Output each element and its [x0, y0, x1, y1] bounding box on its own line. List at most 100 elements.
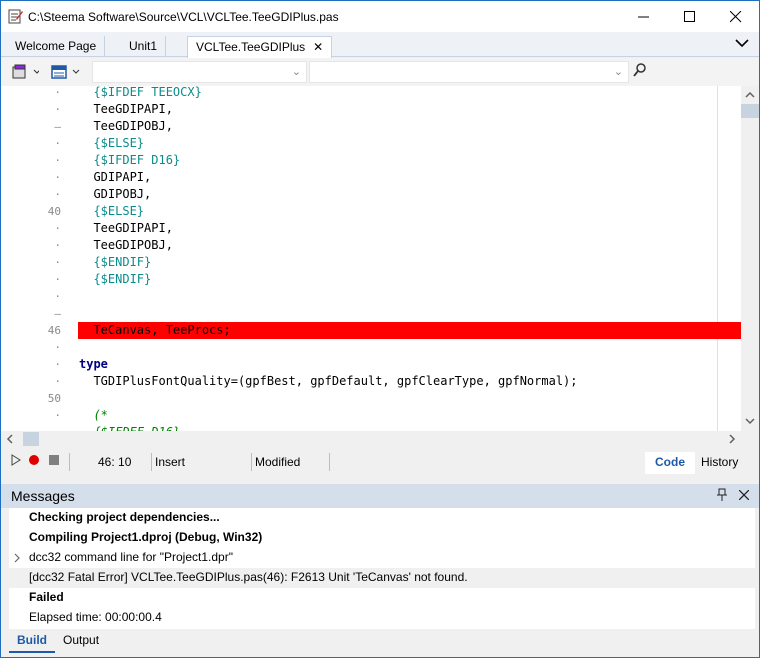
code-line[interactable]: TeeGDIPOBJ,	[79, 118, 172, 135]
vertical-scrollbar[interactable]	[741, 86, 759, 431]
line-number: ·	[54, 273, 61, 286]
message-item[interactable]: Compiling Project1.dproj (Debug, Win32)	[9, 528, 755, 548]
line-number: ·	[54, 358, 61, 371]
message-text: Failed	[29, 590, 64, 604]
code-line[interactable]: TeeGDIPAPI,	[79, 101, 172, 118]
cursor-position: 46: 10	[98, 455, 132, 469]
window-title: C:\Steema Software\Source\VCL\VCLTee.Tee…	[28, 10, 339, 24]
message-item[interactable]: [dcc32 Fatal Error] VCLTee.TeeGDIPlus.pa…	[9, 568, 755, 588]
line-number: ·	[54, 137, 61, 150]
code-line[interactable]: {$IFDEF TEEOCX}	[79, 86, 201, 101]
message-item[interactable]: Failed	[9, 588, 755, 608]
tab-close-icon[interactable]: ✕	[313, 40, 323, 54]
messages-title: Messages	[11, 488, 75, 504]
insert-mode: Insert	[155, 455, 186, 469]
macro-record-icon[interactable]	[28, 454, 40, 469]
line-number: ·	[54, 171, 61, 184]
code-line[interactable]: TeeGDIPOBJ,	[79, 237, 172, 254]
line-number: ·	[54, 239, 61, 252]
forms-icon[interactable]	[51, 64, 81, 83]
title-bar[interactable]: C:\Steema Software\Source\VCL\VCLTee.Tee…	[1, 1, 759, 32]
code-line[interactable]: GDIPOBJ,	[79, 186, 151, 203]
message-text: [dcc32 Fatal Error] VCLTee.TeeGDIPlus.pa…	[29, 570, 468, 584]
chevron-down-icon[interactable]: ⌄	[292, 65, 301, 78]
scroll-up-icon[interactable]	[741, 88, 759, 102]
ide-window: C:\Steema Software\Source\VCL\VCLTee.Tee…	[0, 0, 760, 658]
line-number: ·	[54, 154, 61, 167]
minimize-icon	[638, 16, 649, 17]
tab-welcome-page[interactable]: Welcome Page	[7, 36, 106, 57]
line-number: –	[54, 307, 61, 320]
chevron-down-icon[interactable]: ⌄	[614, 65, 623, 78]
status-separator	[69, 453, 70, 471]
units-icon[interactable]	[11, 64, 41, 83]
macro-play-icon[interactable]	[11, 454, 21, 469]
tab-output[interactable]: Output	[55, 633, 107, 651]
code-line[interactable]: {$ELSE}	[79, 135, 144, 152]
line-number: ·	[54, 86, 61, 99]
line-number: ·	[54, 290, 61, 303]
line-number-gutter: ··–····40·····–46···50···	[1, 86, 71, 431]
line-number: ·	[54, 188, 61, 201]
message-item[interactable]: Checking project dependencies...	[9, 508, 755, 528]
close-icon	[730, 10, 742, 22]
minimize-button[interactable]	[621, 1, 667, 32]
code-line[interactable]: (*	[79, 407, 107, 424]
class-combo[interactable]: ⌄	[92, 61, 307, 83]
tab-build[interactable]: Build	[9, 633, 55, 653]
code-line[interactable]: GDIPAPI,	[79, 169, 151, 186]
scroll-thumb[interactable]	[741, 104, 759, 118]
line-number: ·	[1, 424, 61, 431]
line-number: ·	[54, 341, 61, 354]
code-editor[interactable]: ··–····40·····–46···50··· {$IFDEF TEEOCX…	[1, 86, 741, 431]
search-icon[interactable]	[633, 63, 647, 80]
line-number: 46	[47, 324, 61, 337]
hscroll-thumb[interactable]	[23, 432, 39, 446]
maximize-button[interactable]	[667, 1, 713, 32]
line-number: ·	[54, 222, 61, 235]
line-number: –	[54, 120, 61, 133]
horizontal-scrollbar[interactable]	[1, 431, 759, 448]
close-button[interactable]	[713, 1, 759, 32]
maximize-icon	[684, 10, 695, 22]
code-line[interactable]: TGDIPlusFontQuality=(gpfBest, gpfDefault…	[79, 373, 577, 390]
tab-unit1[interactable]: Unit1	[121, 36, 167, 57]
method-combo[interactable]: ⌄	[309, 61, 629, 83]
code-line[interactable]: {$ENDIF}	[79, 254, 151, 271]
code-line[interactable]: {$IFDEF D16}	[79, 424, 180, 431]
macro-stop-icon[interactable]	[48, 454, 60, 469]
editor-tabs: Welcome Page Unit1 VCLTee.TeeGDIPlus ✕	[1, 32, 759, 58]
modified-state: Modified	[255, 455, 301, 469]
editor-status-bar: 46: 10 Insert Modified Code History	[1, 448, 759, 476]
scroll-right-icon[interactable]	[725, 431, 739, 448]
message-item[interactable]: dcc32 command line for "Project1.dpr"	[9, 548, 755, 568]
line-number: ·	[54, 103, 61, 116]
code-line[interactable]: {$ELSE}	[79, 203, 144, 220]
message-text: Elapsed time: 00:00:00.4	[29, 610, 162, 624]
code-line[interactable]: TeeGDIPAPI,	[79, 220, 172, 237]
message-text: Checking project dependencies...	[29, 510, 220, 524]
messages-bottom-tabs: Build Output	[1, 629, 759, 657]
messages-close-icon[interactable]	[738, 489, 750, 503]
message-text: dcc32 command line for "Project1.dpr"	[29, 550, 233, 564]
code-line[interactable]: {$ENDIF}	[79, 271, 151, 288]
tabs-menu-chevron-icon[interactable]	[735, 37, 749, 51]
message-item[interactable]: Elapsed time: 00:00:00.4	[9, 608, 755, 628]
tab-code[interactable]: Code	[645, 452, 695, 474]
pin-icon[interactable]	[717, 488, 727, 505]
right-margin-line	[717, 86, 718, 431]
scroll-left-icon[interactable]	[3, 431, 17, 448]
status-separator	[251, 453, 252, 471]
code-line[interactable]: type	[79, 356, 108, 373]
status-separator	[329, 453, 330, 471]
error-code-line[interactable]: TeCanvas, TeeProcs;	[79, 322, 230, 339]
scroll-down-icon[interactable]	[741, 414, 759, 428]
line-number: ·	[54, 409, 61, 422]
status-separator	[151, 453, 152, 471]
line-number: ·	[54, 256, 61, 269]
messages-list[interactable]: Checking project dependencies... Compilin…	[9, 508, 755, 629]
tab-vcltee-teegdiplus[interactable]: VCLTee.TeeGDIPlus ✕	[187, 36, 333, 58]
line-number: ·	[54, 375, 61, 388]
tab-history[interactable]: History	[691, 452, 748, 474]
code-line[interactable]: {$IFDEF D16}	[79, 152, 180, 169]
